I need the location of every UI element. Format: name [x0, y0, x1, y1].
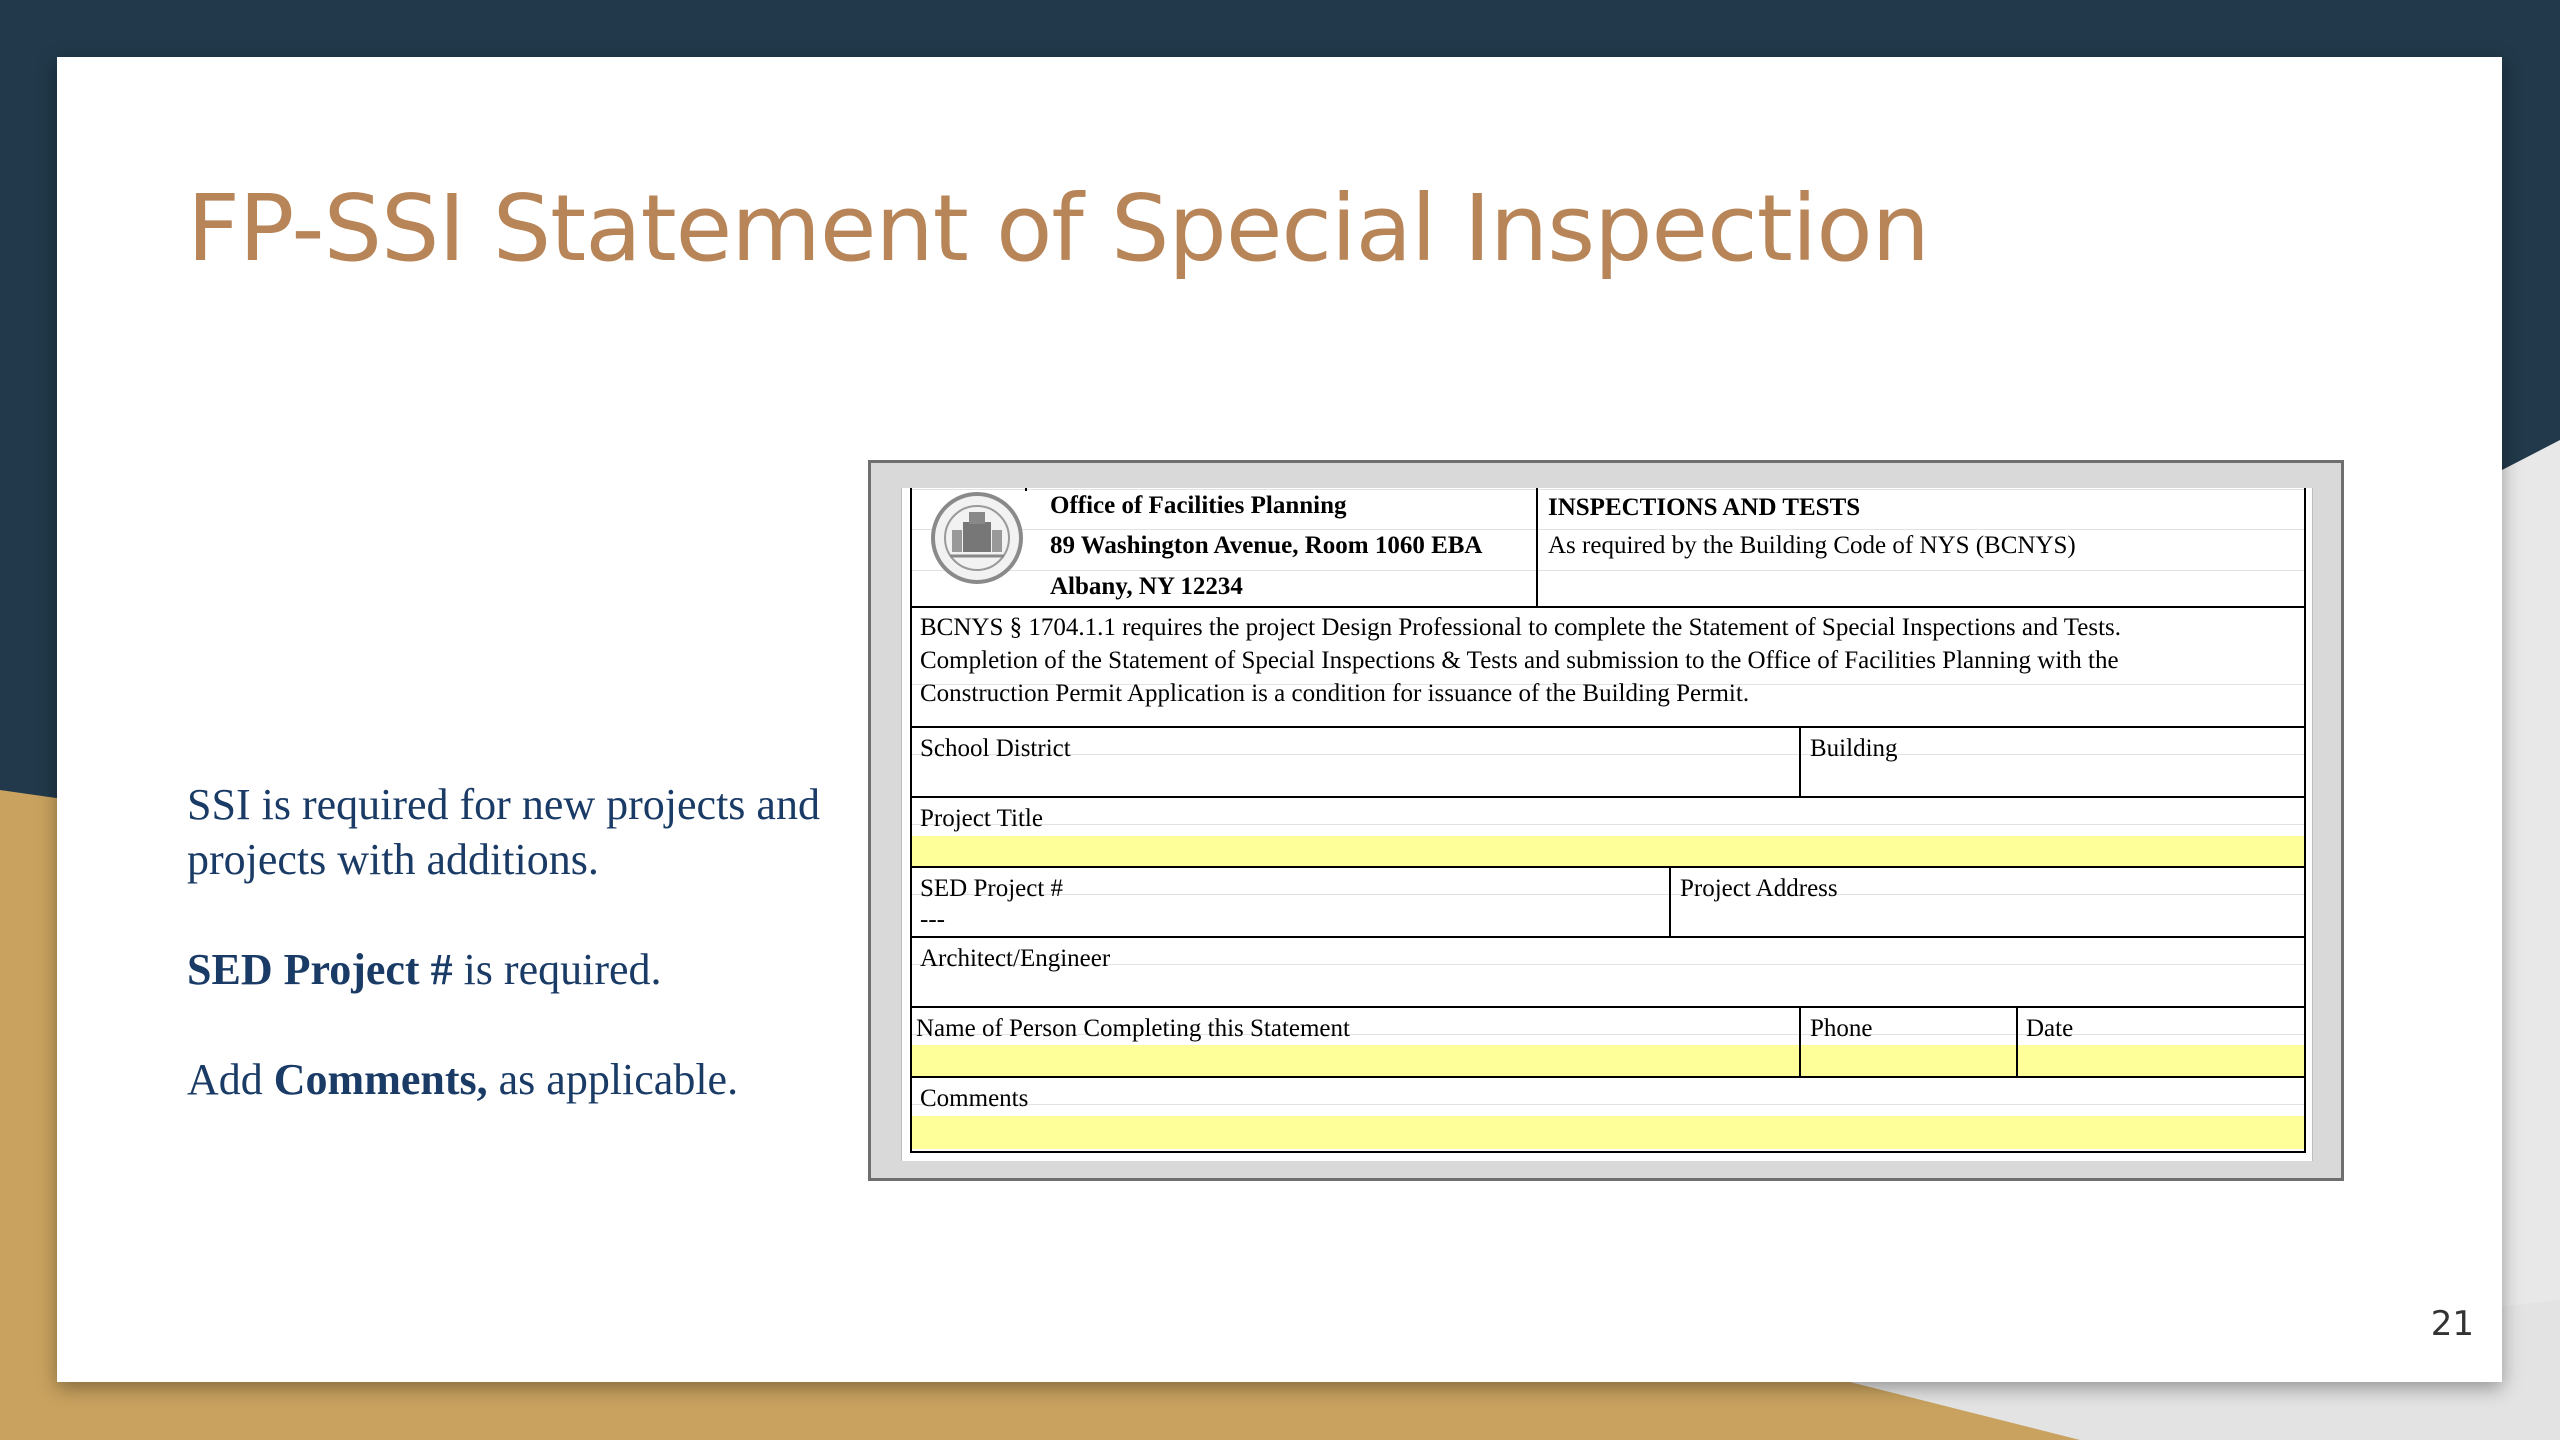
school-district-label: School District [920, 735, 1071, 762]
bullet-sed-project: SED Project # is required. [187, 942, 927, 997]
slide-title: FP-SSI Statement of Special Inspection [187, 175, 1930, 282]
project-title-field[interactable] [912, 836, 2304, 866]
project-address-field[interactable] [1671, 904, 2306, 934]
project-title-label: Project Title [920, 805, 1043, 832]
nys-seal-icon [931, 492, 1023, 584]
building-field[interactable] [1801, 764, 2306, 794]
comments-label: Comments [920, 1085, 1029, 1112]
form-screenshot: Office of Facilities Planning 89 Washing… [868, 460, 2344, 1181]
notice-line-3: Construction Permit Application is a con… [920, 680, 1750, 707]
comments-field[interactable] [912, 1116, 2304, 1149]
building-label: Building [1810, 735, 1898, 762]
page-number: 21 [2430, 1304, 2474, 1344]
sed-project-label: SED Project # [920, 875, 1064, 902]
school-district-field[interactable] [912, 764, 1797, 794]
ssi-form: Office of Facilities Planning 89 Washing… [910, 488, 2306, 1153]
form-header-subtitle: As required by the Building Code of NYS … [1548, 532, 2076, 559]
form-header-title: INSPECTIONS AND TESTS [1548, 494, 1861, 521]
person-completing-label: Name of Person Completing this Statement [916, 1015, 1350, 1042]
bullet-ssi-required: SSI is required for new projects and pro… [187, 777, 927, 887]
form-sheet: Office of Facilities Planning 89 Washing… [901, 488, 2313, 1161]
phone-field[interactable] [1801, 1045, 2016, 1076]
bullet-bold-text: SED Project # [187, 945, 453, 994]
bullet-text: SSI is required for new projects and pro… [187, 780, 820, 884]
project-address-label: Project Address [1680, 875, 1838, 902]
bullet-text: as applicable. [487, 1055, 739, 1104]
architect-engineer-field[interactable] [912, 974, 2304, 1004]
architect-engineer-label: Architect/Engineer [920, 945, 1111, 972]
bullet-comments: Add Comments, as applicable. [187, 1052, 927, 1107]
bullet-bold-text: Comments, [273, 1055, 488, 1104]
bullet-text: is required. [452, 945, 662, 994]
office-city: Albany, NY 12234 [1050, 573, 1243, 600]
slide-bullets: SSI is required for new projects and pro… [187, 777, 927, 1162]
office-name: Office of Facilities Planning [1050, 492, 1347, 519]
bullet-text: Add [187, 1055, 274, 1104]
notice-line-2: Completion of the Statement of Special I… [920, 647, 2119, 674]
sed-project-field[interactable]: --- [920, 906, 945, 934]
date-field[interactable] [2018, 1045, 2304, 1076]
notice-line-1: BCNYS § 1704.1.1 requires the project De… [920, 614, 2122, 641]
office-address: 89 Washington Avenue, Room 1060 EBA [1050, 532, 1483, 559]
person-completing-field[interactable] [912, 1045, 1799, 1076]
phone-label: Phone [1810, 1015, 1873, 1042]
date-label: Date [2026, 1015, 2074, 1042]
